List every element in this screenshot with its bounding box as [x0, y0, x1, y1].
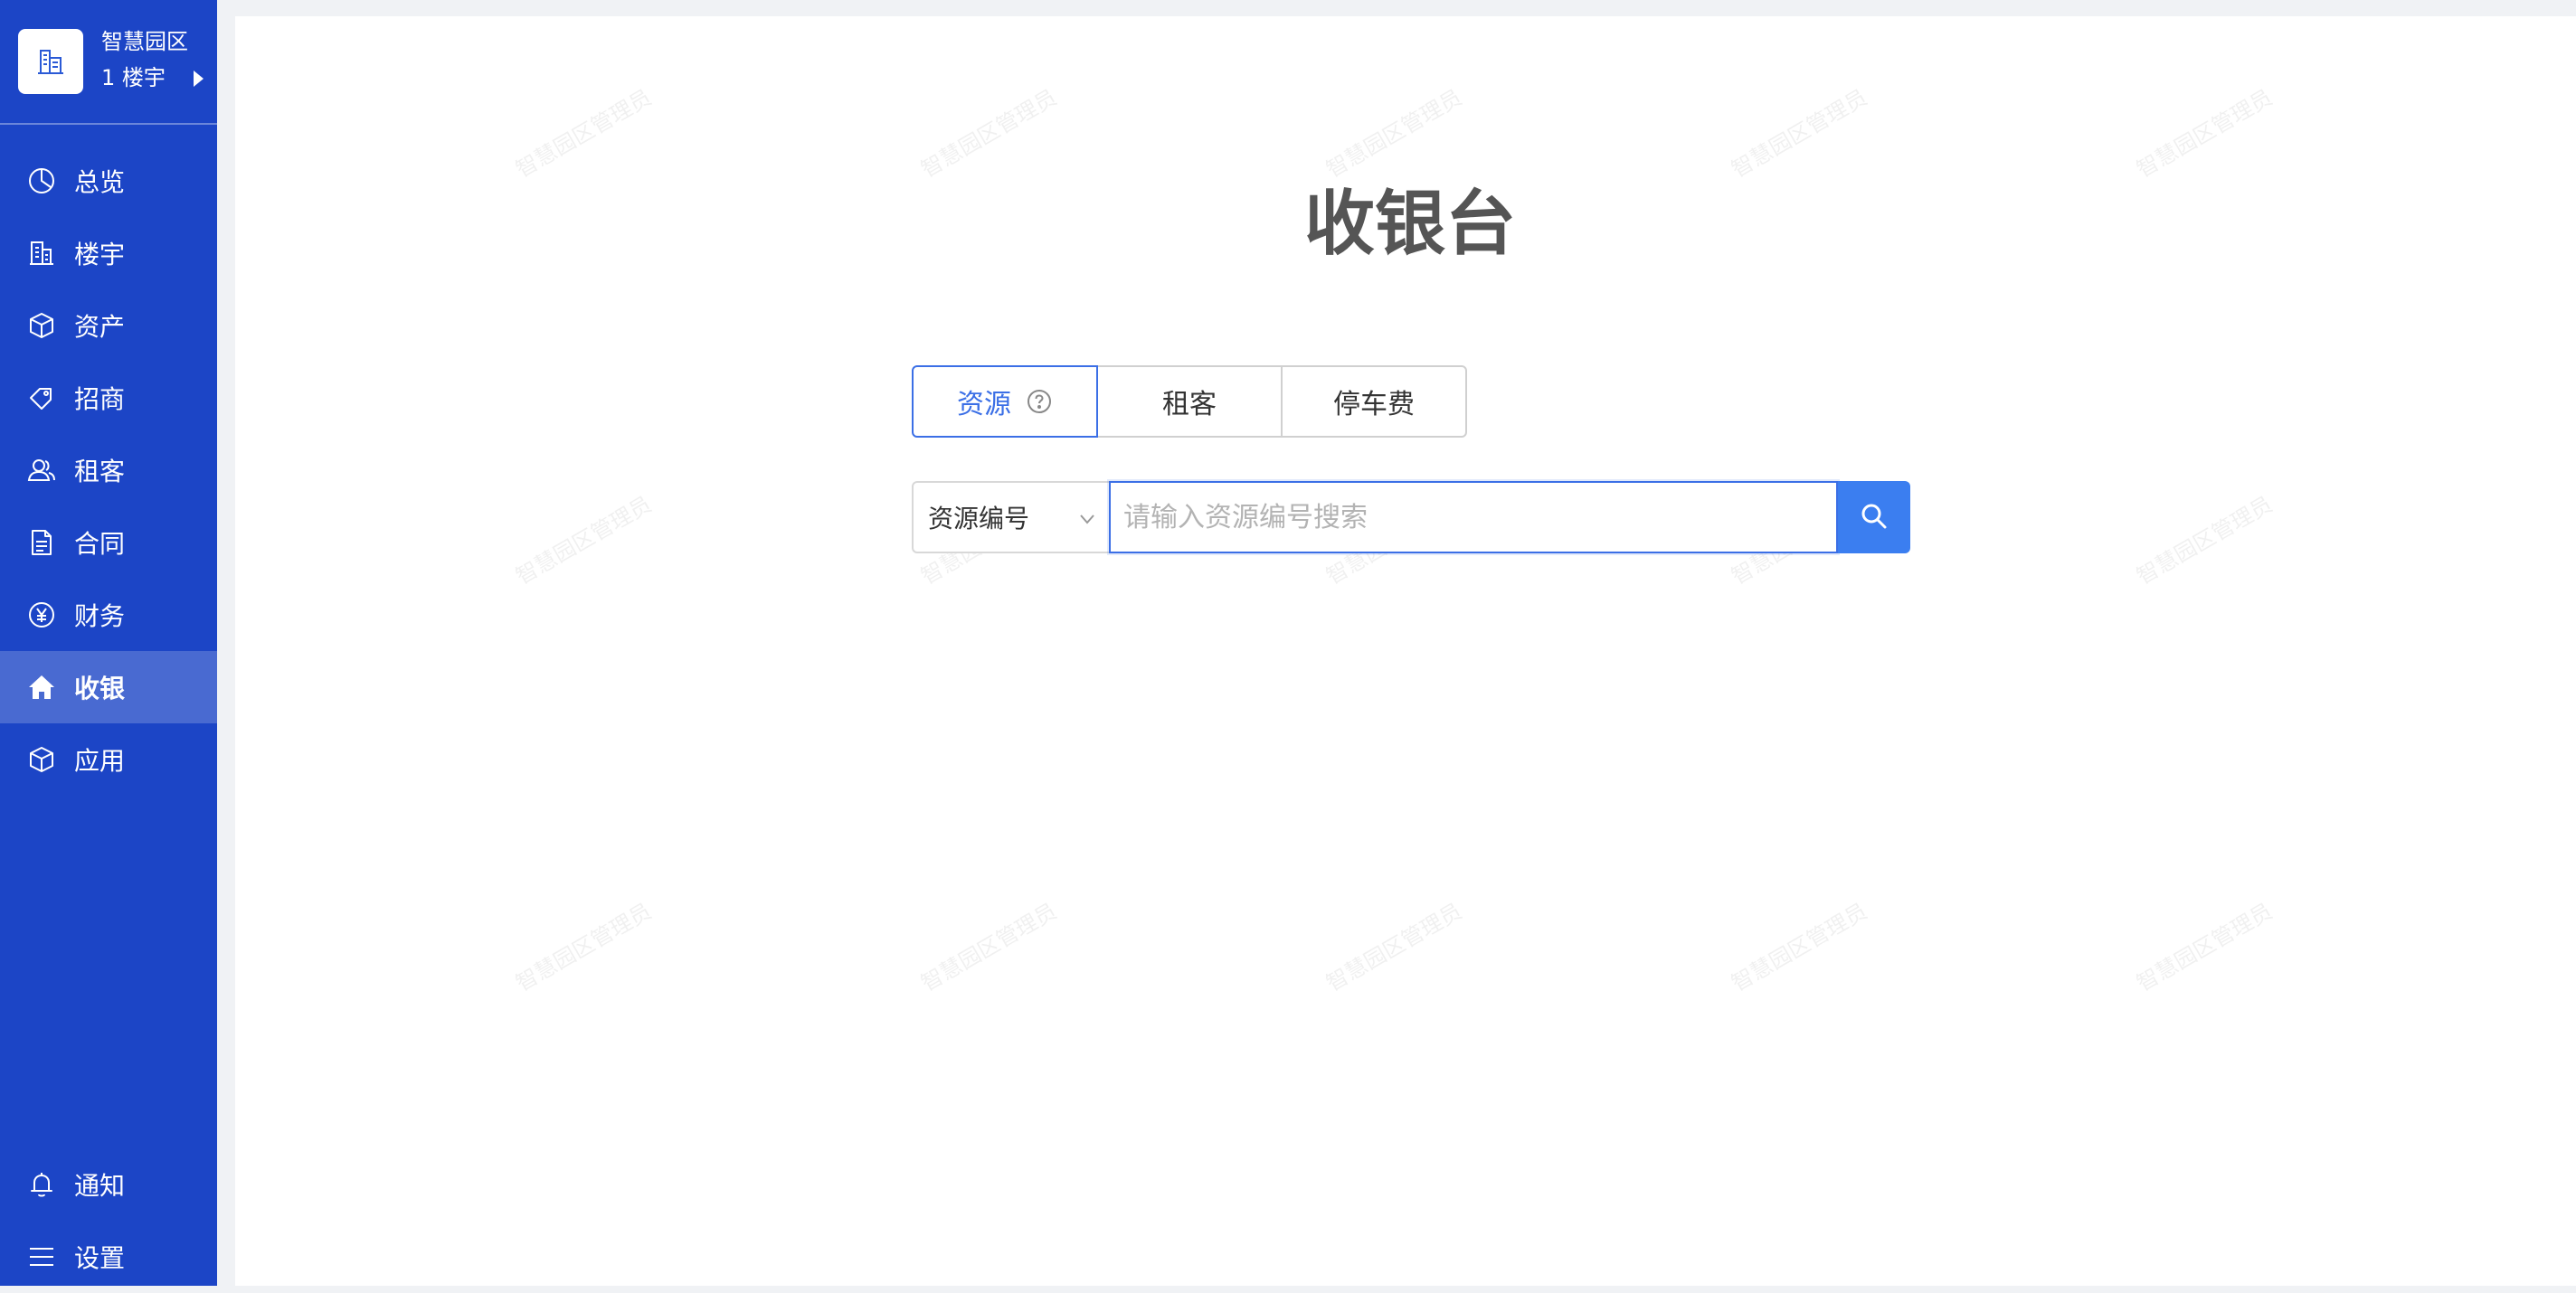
watermark: 智慧园区管理员	[2132, 898, 2277, 996]
users-icon	[25, 454, 58, 486]
watermark: 智慧园区管理员	[1321, 898, 1466, 996]
sidebar: 智慧园区 1 楼宇 总览 楼宇 资产 招商 租客 合同 财务 收银 应用 通知 …	[0, 0, 217, 1286]
search-bar: 资源编号	[912, 481, 1910, 553]
sidebar-item-label: 招商	[74, 384, 126, 414]
bell-icon	[25, 1168, 58, 1201]
chevron-down-icon	[1076, 506, 1098, 528]
pie-chart-icon	[25, 165, 58, 197]
sidebar-item-apps[interactable]: 应用	[0, 723, 217, 796]
building-selector[interactable]: 1 楼宇	[101, 63, 166, 92]
sidebar-item-notifications[interactable]: 通知	[0, 1148, 217, 1221]
sidebar-item-label: 楼宇	[74, 240, 126, 269]
sidebar-bottom-nav: 通知 设置	[0, 1148, 217, 1293]
search-button[interactable]	[1838, 481, 1910, 553]
sidebar-item-label: 总览	[74, 167, 126, 197]
search-icon	[1860, 502, 1889, 533]
sidebar-item-label: 设置	[74, 1243, 126, 1273]
watermark: 智慧园区管理员	[2132, 84, 2277, 183]
tag-icon	[25, 382, 58, 414]
sidebar-item-cashier[interactable]: 收银	[0, 651, 217, 723]
sidebar-item-label: 租客	[74, 457, 126, 486]
watermark: 智慧园区管理员	[916, 898, 1061, 996]
cube-icon	[25, 309, 58, 342]
search-input[interactable]	[1109, 481, 1838, 553]
building-icon	[18, 29, 83, 94]
caret-right-icon[interactable]	[194, 71, 204, 87]
main-content: 智慧园区管理员 智慧园区管理员 智慧园区管理员 智慧园区管理员 智慧园区管理员 …	[235, 16, 2576, 1286]
watermark: 智慧园区管理员	[1727, 898, 1871, 996]
tab-resource[interactable]: 资源	[912, 365, 1098, 438]
home-icon	[25, 671, 58, 703]
box-icon	[25, 743, 58, 776]
sidebar-item-overview[interactable]: 总览	[0, 145, 217, 217]
sidebar-nav: 总览 楼宇 资产 招商 租客 合同 财务 收银 应用	[0, 145, 217, 796]
search-type-select[interactable]: 资源编号	[912, 481, 1111, 553]
sidebar-item-tenants[interactable]: 租客	[0, 434, 217, 506]
search-type-value: 资源编号	[928, 504, 1030, 533]
watermark: 智慧园区管理员	[1727, 84, 1871, 183]
sidebar-item-contracts[interactable]: 合同	[0, 506, 217, 579]
sidebar-item-label: 收银	[74, 674, 126, 703]
sidebar-item-buildings[interactable]: 楼宇	[0, 217, 217, 289]
menu-icon	[25, 1241, 58, 1273]
watermark: 智慧园区管理员	[511, 898, 656, 996]
sidebar-item-label: 应用	[74, 746, 126, 776]
watermark: 智慧园区管理员	[2132, 491, 2277, 590]
tab-label: 资源	[957, 389, 1011, 420]
tab-label: 租客	[1162, 389, 1217, 420]
tab-label: 停车费	[1333, 389, 1415, 420]
yen-icon	[25, 599, 58, 631]
watermark: 智慧园区管理员	[916, 84, 1061, 183]
cashier-tabs: 资源 租客 停车费	[912, 365, 1473, 438]
sidebar-item-settings[interactable]: 设置	[0, 1221, 217, 1293]
watermark: 智慧园区管理员	[1321, 84, 1466, 183]
sidebar-item-assets[interactable]: 资产	[0, 289, 217, 362]
page-title: 收银台	[1303, 184, 1516, 265]
tab-tenant[interactable]: 租客	[1096, 365, 1283, 438]
sidebar-item-label: 合同	[74, 529, 126, 559]
sidebar-item-label: 财务	[74, 601, 126, 631]
building-icon	[25, 237, 58, 269]
brand-header[interactable]: 智慧园区 1 楼宇	[0, 0, 217, 125]
sidebar-item-label: 资产	[74, 312, 126, 342]
sidebar-item-label: 通知	[74, 1171, 126, 1201]
watermark: 智慧园区管理员	[511, 84, 656, 183]
document-icon	[25, 526, 58, 559]
brand-name: 智慧园区	[101, 29, 188, 54]
tab-parking-fee[interactable]: 停车费	[1281, 365, 1467, 438]
question-circle-icon[interactable]	[1026, 388, 1053, 415]
sidebar-item-finance[interactable]: 财务	[0, 579, 217, 651]
watermark: 智慧园区管理员	[511, 491, 656, 590]
sidebar-item-leasing[interactable]: 招商	[0, 362, 217, 434]
